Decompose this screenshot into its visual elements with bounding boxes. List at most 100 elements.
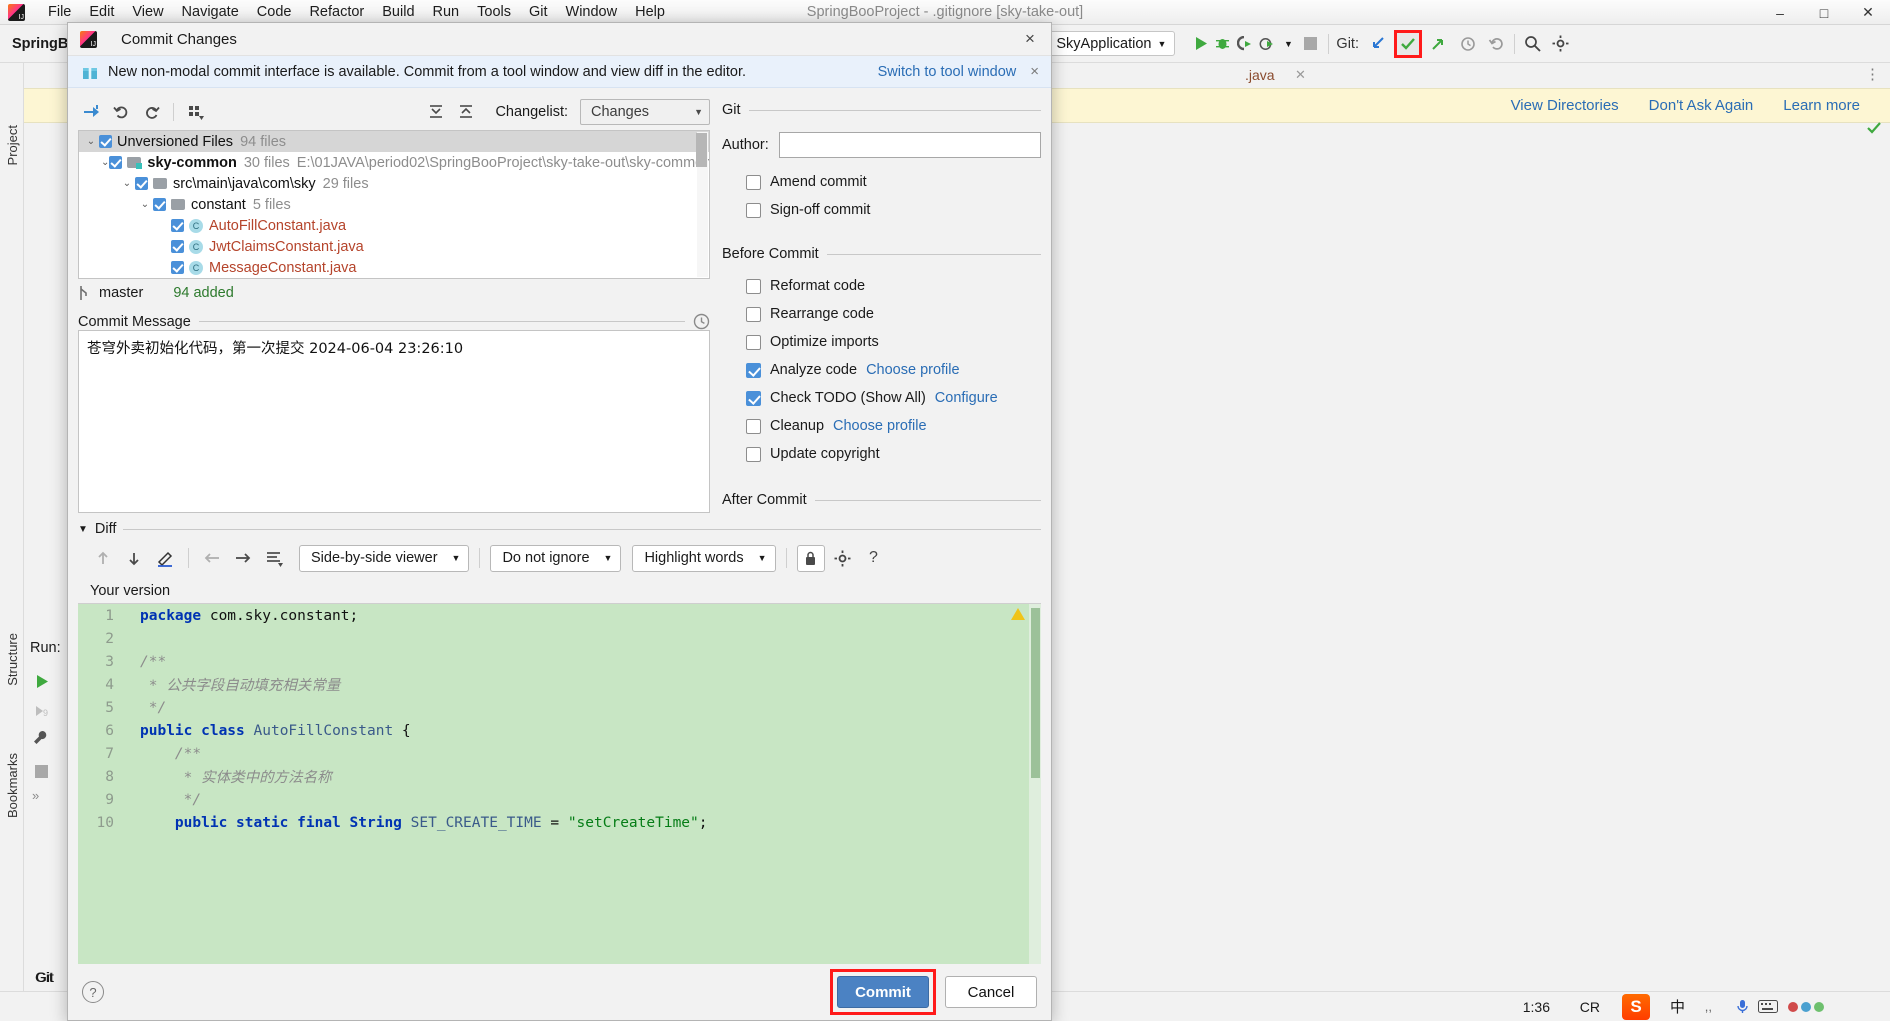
update-copyright-checkbox[interactable] [746,446,761,462]
editor-tab-label[interactable]: .java [1245,67,1275,83]
optimize-imports-option[interactable]: Optimize imports [722,328,1041,356]
ime-language-label[interactable]: 中 [1670,996,1685,1017]
tree-checkbox[interactable] [135,177,148,190]
menu-view[interactable]: View [123,2,172,22]
tree-checkbox[interactable] [153,198,166,211]
twisty-down-icon[interactable]: ▼ [78,524,88,535]
learn-more-link[interactable]: Learn more [1783,97,1860,114]
tree-row-messageconstant[interactable]: C MessageConstant.java [79,257,709,278]
check-todo-option[interactable]: Check TODO (Show All) Configure [722,384,1041,412]
apply-left-icon[interactable] [199,546,225,570]
cancel-button[interactable]: Cancel [945,976,1037,1008]
commit-message-input[interactable]: 苍穹外卖初始化代码，第一次提交 2024-06-04 23:26:10 [78,330,710,513]
group-by-icon[interactable] [183,100,209,124]
expand-more-icon[interactable]: » [32,788,39,803]
cleanup-choose-profile-link[interactable]: Choose profile [833,418,927,434]
amend-commit-option[interactable]: Amend commit [722,168,1041,196]
revert-icon[interactable] [108,100,134,124]
tree-row-constant[interactable]: ⌄ constant 5 files [79,194,709,215]
author-input[interactable] [778,132,1041,158]
settings-gear-icon[interactable] [1550,33,1572,55]
collapse-all-icon[interactable] [453,100,479,124]
tree-checkbox[interactable] [171,240,184,253]
sidebar-item-structure[interactable]: Structure [5,633,20,686]
menu-run[interactable]: Run [424,2,469,22]
diff-help-icon[interactable]: ? [861,546,887,570]
tab-overflow-icon[interactable]: ⋮ [1865,65,1880,83]
update-copyright-option[interactable]: Update copyright [722,440,1041,468]
cleanup-checkbox[interactable] [746,418,761,434]
wrench-icon[interactable] [30,727,52,749]
diff-settings-gear-icon[interactable] [830,546,856,570]
sogou-ime-icon[interactable] [1622,993,1650,1020]
next-difference-icon[interactable] [121,546,147,570]
switch-to-tool-window-link[interactable]: Switch to tool window [878,64,1017,80]
git-history-icon[interactable] [1457,33,1479,55]
twisty-icon[interactable]: ⌄ [83,136,99,147]
maximize-icon[interactable]: □ [1802,0,1846,25]
profiler-dropdown-icon[interactable]: ▼ [1277,33,1299,55]
tree-scrollbar[interactable] [696,132,708,277]
view-directories-link[interactable]: View Directories [1511,97,1619,114]
optimize-imports-checkbox[interactable] [746,334,761,350]
tray-icons[interactable] [1786,999,1830,1014]
commit-button[interactable]: Commit [837,976,929,1008]
debug-icon[interactable] [1211,33,1233,55]
menu-code[interactable]: Code [248,2,301,22]
code-scrollbar-thumb[interactable] [1031,608,1040,778]
menu-help[interactable]: Help [626,2,674,22]
apply-right-icon[interactable] [230,546,256,570]
rerun-failed-icon[interactable]: 9 [30,700,52,722]
tree-row-sky-common[interactable]: ⌄ sky-common 30 files E:\01JAVA\period02… [79,152,709,173]
sidebar-item-project[interactable]: Project [5,125,20,165]
git-update-project-icon[interactable] [1367,33,1389,55]
highlight-mode-combobox[interactable]: Highlight words ▼ [632,544,776,572]
refresh-icon[interactable] [138,100,164,124]
dont-ask-again-link[interactable]: Don't Ask Again [1649,97,1754,114]
rearrange-code-checkbox[interactable] [746,306,761,322]
run-icon[interactable] [1189,33,1211,55]
tree-row-unversioned[interactable]: ⌄ Unversioned Files 94 files [79,131,709,152]
line-separator[interactable]: CR [1580,999,1600,1015]
rearrange-code-option[interactable]: Rearrange code [722,300,1041,328]
check-todo-checkbox[interactable] [746,390,761,406]
viewer-mode-combobox[interactable]: Side-by-side viewer ▼ [299,544,470,572]
menu-navigate[interactable]: Navigate [173,2,248,22]
dialog-close-icon[interactable]: × [1015,24,1045,54]
diff-code-pane[interactable]: 1 package com.sky.constant; 2 3 /** 4 * 公共… [78,603,1041,964]
tree-row-src-main-java[interactable]: ⌄ src\main\java\com\sky 29 files [79,173,709,194]
rerun-icon[interactable] [30,670,52,692]
reformat-code-option[interactable]: Reformat code [722,272,1041,300]
keyboard-icon[interactable] [1758,1000,1778,1013]
menu-git[interactable]: Git [520,2,557,22]
code-scrollbar[interactable] [1029,604,1041,964]
menu-refactor[interactable]: Refactor [300,2,373,22]
run-with-coverage-icon[interactable] [1233,33,1255,55]
git-push-icon[interactable] [1427,33,1449,55]
analyze-code-choose-profile-link[interactable]: Choose profile [866,362,960,378]
notification-close-icon[interactable]: × [1026,63,1043,80]
menu-tools[interactable]: Tools [468,2,520,22]
menu-build[interactable]: Build [373,2,423,22]
signoff-commit-option[interactable]: Sign-off commit [722,196,1041,224]
menu-file[interactable]: File [39,2,80,22]
menu-window[interactable]: Window [557,2,627,22]
tree-row-jwtclaimsconstant[interactable]: C JwtClaimsConstant.java [79,236,709,257]
analyze-code-checkbox[interactable] [746,362,761,378]
twisty-icon[interactable]: ⌄ [119,178,135,189]
git-revert-icon[interactable] [1485,33,1507,55]
microphone-icon[interactable] [1735,999,1750,1014]
menu-edit[interactable]: Edit [80,2,123,22]
ignore-mode-combobox[interactable]: Do not ignore ▼ [490,544,622,572]
diff-section-header[interactable]: ▼ Diff [78,521,1041,537]
close-icon[interactable]: ✕ [1846,0,1890,25]
tree-checkbox[interactable] [109,156,123,169]
tree-checkbox[interactable] [171,261,184,274]
message-history-icon[interactable] [693,313,710,330]
sidebar-item-bookmarks[interactable]: Bookmarks [5,753,20,818]
ime-options-icon[interactable]: ,, [1705,999,1712,1014]
check-todo-configure-link[interactable]: Configure [935,390,998,406]
changelist-combobox[interactable]: Changes ▼ [580,99,710,125]
tree-scrollbar-thumb[interactable] [696,133,707,167]
previous-difference-icon[interactable] [90,546,116,570]
